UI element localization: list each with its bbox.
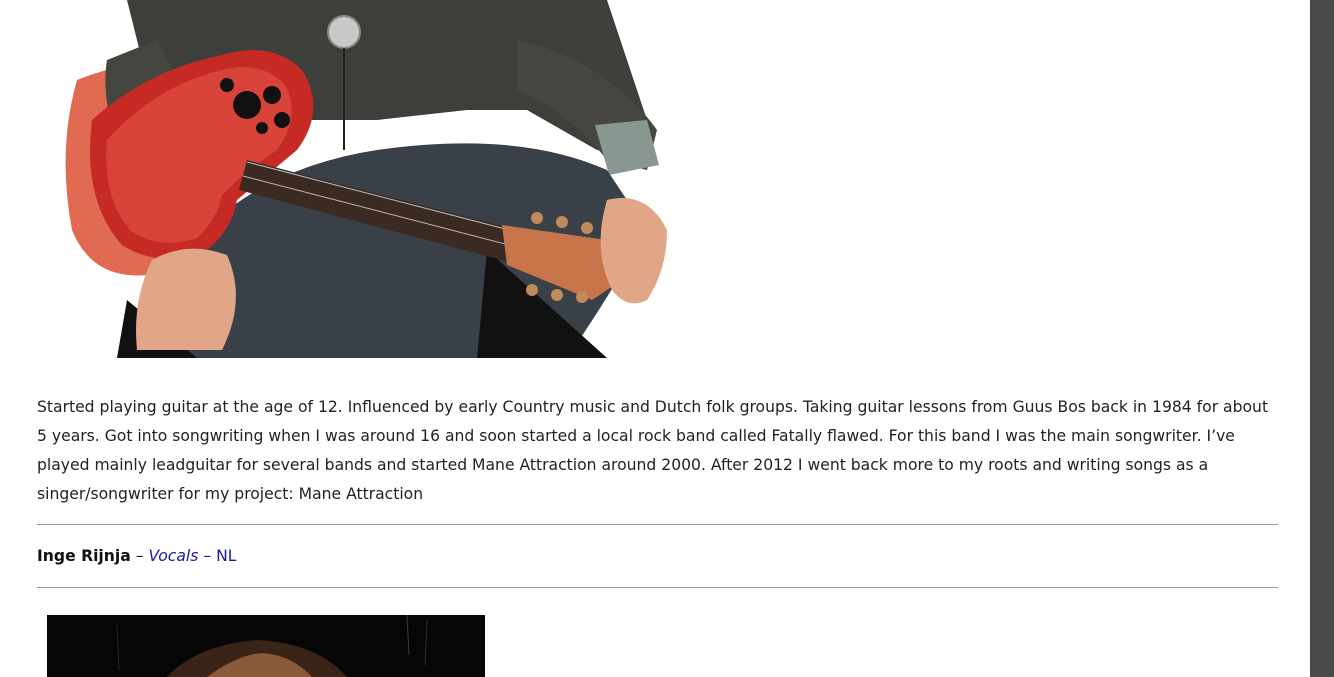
role-link-vocals[interactable]: Vocals [148, 547, 198, 565]
divider-top [37, 524, 1278, 525]
guitarist-photo [47, 0, 687, 358]
separator: – [198, 547, 217, 565]
window-scrollbar[interactable] [1310, 0, 1334, 677]
separator: – [130, 547, 149, 565]
member-heading: Inge Rijnja – Vocals – NL [37, 542, 236, 570]
divider-bottom [37, 587, 1278, 588]
vocalist-photo [47, 615, 485, 677]
musician-bio-text: Started playing guitar at the age of 12.… [37, 398, 1269, 503]
page: Started playing guitar at the age of 12.… [0, 0, 1334, 677]
country-link-nl[interactable]: – NL [198, 547, 236, 565]
member-name: Inge Rijnja [37, 547, 131, 565]
country-label: NL [216, 547, 237, 565]
